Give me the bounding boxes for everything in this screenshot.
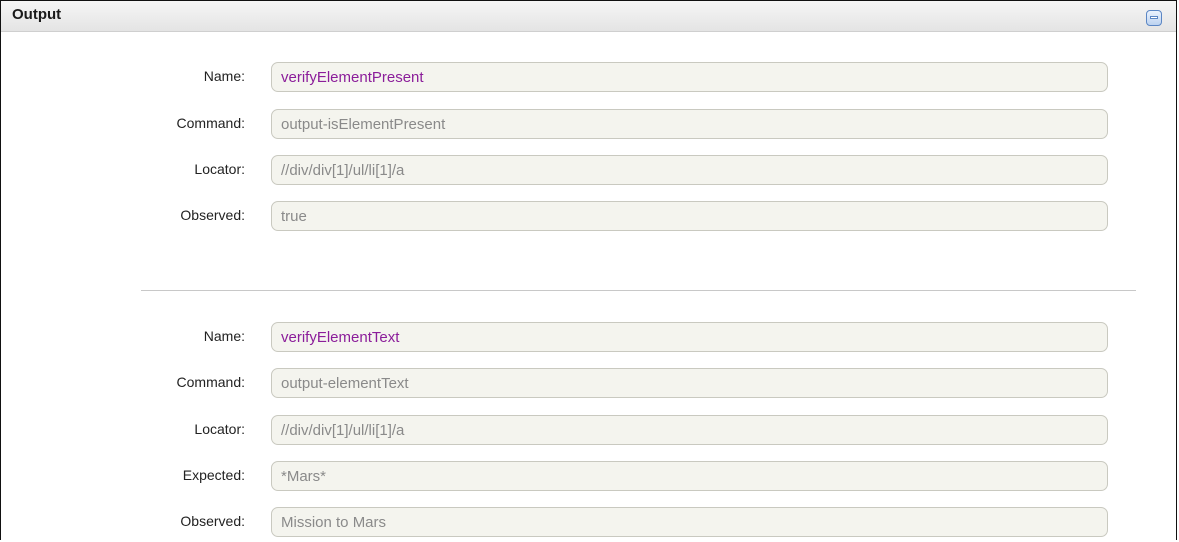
panel-header: Output [1,1,1176,32]
group-divider [141,290,1136,291]
observed-row: Observed: [1,201,1176,231]
command-field[interactable] [271,109,1108,139]
locator-label: Locator: [194,161,245,177]
locator-label: Locator: [194,421,245,437]
expected-row: Expected: [1,461,1176,491]
command-row: Command: [1,109,1176,139]
collapse-button[interactable] [1146,10,1162,26]
expected-field[interactable] [271,461,1108,491]
name-field[interactable] [271,62,1108,92]
observed-field[interactable] [271,507,1108,537]
command-label: Command: [176,374,245,390]
locator-row: Locator: [1,415,1176,445]
name-label: Name: [203,328,245,344]
observed-field[interactable] [271,201,1108,231]
locator-field[interactable] [271,415,1108,445]
name-field[interactable] [271,322,1108,352]
name-row: Name: [1,62,1176,92]
locator-row: Locator: [1,155,1176,185]
panel-title: Output [12,6,62,23]
minus-icon [1150,16,1158,19]
command-label: Command: [176,115,245,131]
observed-row: Observed: [1,507,1176,537]
name-row: Name: [1,322,1176,352]
expected-label: Expected: [182,467,245,483]
command-row: Command: [1,368,1176,398]
command-field[interactable] [271,368,1108,398]
output-panel: Output Name: Command: Locator: Observed:… [0,0,1177,540]
locator-field[interactable] [271,155,1108,185]
observed-label: Observed: [180,513,245,529]
observed-label: Observed: [180,207,245,223]
name-label: Name: [203,68,245,84]
